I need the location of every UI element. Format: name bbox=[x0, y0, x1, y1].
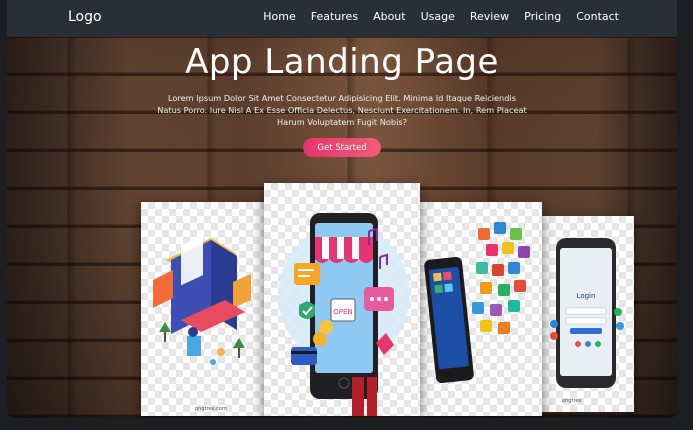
nav-about[interactable]: About bbox=[373, 10, 406, 23]
login-screen-title: Login bbox=[577, 292, 596, 300]
nav-links: Home Features About Usage Review Pricing… bbox=[248, 10, 619, 23]
watermark-text: pngtree.com bbox=[195, 406, 227, 412]
gallery-card-login[interactable]: Login pngtree bbox=[542, 216, 634, 412]
app-window: Logo Home Features About Usage Review Pr… bbox=[0, 0, 693, 430]
navbar: Logo Home Features About Usage Review Pr… bbox=[7, 0, 677, 37]
gallery-card-store[interactable]: OPEN bbox=[264, 183, 420, 416]
mobile-store-illustration: OPEN bbox=[278, 213, 410, 416]
watermark-text: pngtree bbox=[562, 398, 582, 404]
get-started-button[interactable]: Get Started bbox=[303, 138, 381, 157]
nav-features[interactable]: Features bbox=[311, 10, 358, 23]
isometric-ui-illustration bbox=[153, 235, 251, 365]
nav-review[interactable]: Review bbox=[470, 10, 509, 23]
gallery-card-app-icons[interactable] bbox=[420, 202, 542, 416]
page-title: App Landing Page bbox=[185, 42, 499, 82]
hero-background: Logo Home Features About Usage Review Pr… bbox=[7, 0, 677, 418]
hero-subtitle: Lorem Ipsum Dolor Sit Amet Consectetur A… bbox=[157, 93, 527, 127]
phone-apps-illustration bbox=[424, 222, 530, 384]
nav-home[interactable]: Home bbox=[263, 10, 295, 23]
logo[interactable]: Logo bbox=[68, 9, 102, 25]
nav-usage[interactable]: Usage bbox=[421, 10, 455, 23]
gallery-card-isometric[interactable]: pngtree.com bbox=[141, 202, 267, 416]
open-sign: OPEN bbox=[333, 308, 352, 316]
nav-pricing[interactable]: Pricing bbox=[524, 10, 561, 23]
login-phone-illustration: Login bbox=[550, 238, 624, 388]
nav-contact[interactable]: Contact bbox=[576, 10, 619, 23]
